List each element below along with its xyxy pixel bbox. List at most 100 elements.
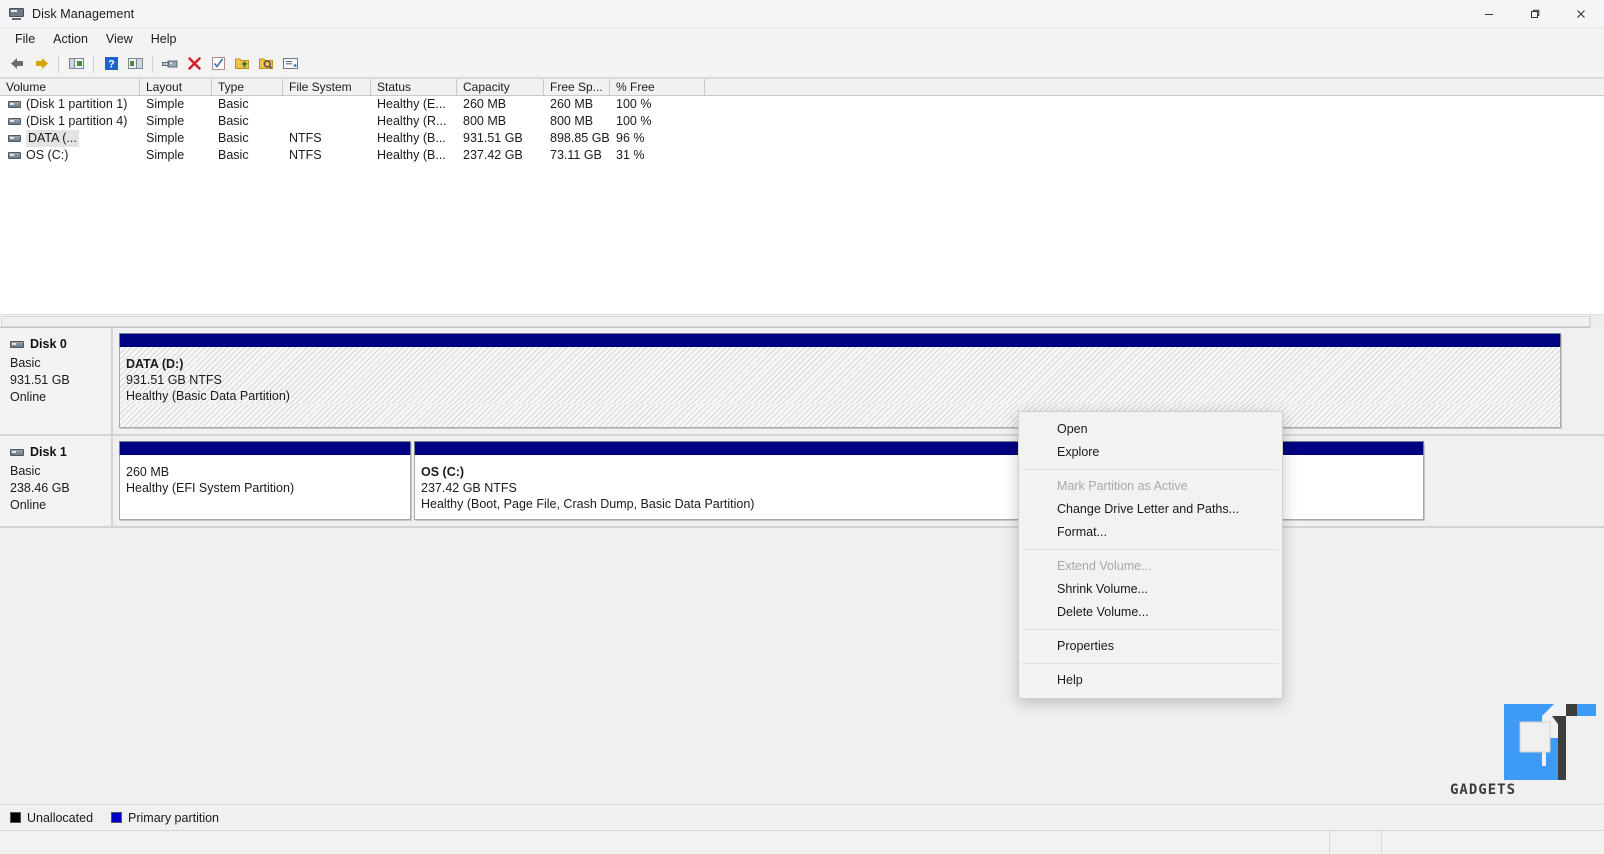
cell-percent-free: 100 % [616, 97, 652, 111]
status-segment-two [1330, 831, 1382, 854]
cell-capacity: 260 MB [463, 97, 507, 111]
attach-vhd-icon[interactable] [254, 53, 278, 75]
disk-partitions: 260 MB Healthy (EFI System Partition) OS (… [113, 436, 1604, 528]
volume-name-label: (Disk 1 partition 1) [26, 97, 128, 111]
disk-icon [10, 340, 24, 348]
watermark-text: GADGETS [1450, 782, 1517, 798]
menu-file[interactable]: File [6, 30, 44, 48]
cell-file-system: NTFS [289, 131, 322, 145]
context-menu-item-format[interactable]: Format... [1019, 521, 1282, 544]
context-menu-item-help[interactable]: Help [1019, 669, 1282, 692]
partition-label: OS (C:) [421, 465, 465, 479]
column-header-volume[interactable]: Volume [0, 79, 140, 95]
context-menu-item-shrink-volume[interactable]: Shrink Volume... [1019, 578, 1282, 601]
cell-percent-free: 100 % [616, 114, 652, 128]
create-vhd-icon[interactable] [230, 53, 254, 75]
table-row[interactable]: (Disk 1 partition 1) Simple Basic Healthy (… [0, 96, 1604, 113]
disk-header-disk-1[interactable]: Disk 1 Basic 238.46 GB Online [0, 436, 113, 528]
cell-capacity: 237.42 GB [463, 148, 523, 162]
delete-icon[interactable] [182, 53, 206, 75]
disk-size-label: 238.46 GB [10, 481, 70, 495]
cell-volume: (Disk 1 partition 1) [0, 96, 140, 113]
context-menu-item-properties[interactable]: Properties [1019, 635, 1282, 658]
help-icon[interactable]: ? [99, 53, 123, 75]
cell-status: Healthy (E... [377, 97, 446, 111]
maximize-button[interactable] [1512, 0, 1558, 28]
cell-volume: DATA (... [0, 130, 140, 147]
toolbar-separator [93, 54, 94, 73]
partition-size-fs: 260 MB [126, 465, 170, 479]
column-header-layout[interactable]: Layout [140, 79, 212, 95]
disk-name-label: Disk 0 [30, 337, 67, 351]
cell-free-space: 260 MB [550, 97, 594, 111]
cell-capacity: 800 MB [463, 114, 507, 128]
context-menu-item-change-drive-letter-and-paths[interactable]: Change Drive Letter and Paths... [1019, 498, 1282, 521]
back-arrow-icon[interactable] [5, 53, 29, 75]
cell-capacity: 931.51 GB [463, 131, 523, 145]
partition-info: OS (C:) 237.42 GB NTFS Healthy (Boot, Page… [415, 455, 1068, 512]
volume-name-label: OS (C:) [26, 148, 69, 162]
column-header-type[interactable]: Type [212, 79, 283, 95]
all-tasks-icon[interactable] [278, 53, 302, 75]
partition-capacity-bar [119, 333, 1561, 347]
column-header-file-system[interactable]: File System [283, 79, 371, 95]
column-header-percent-free[interactable]: % Free [610, 79, 705, 95]
rescan-disks-icon[interactable] [206, 53, 230, 75]
disk-size-label: 931.51 GB [10, 373, 70, 387]
show-hide-action-pane-icon[interactable] [123, 53, 147, 75]
close-button[interactable] [1558, 0, 1604, 28]
menu-help[interactable]: Help [142, 30, 186, 48]
partition-block[interactable]: 260 MB Healthy (EFI System Partition) [119, 441, 411, 520]
context-menu-item-extend-volume: Extend Volume... [1057, 559, 1152, 573]
cell-type: Basic [218, 131, 249, 145]
table-row[interactable]: (Disk 1 partition 4) Simple Basic Healthy (… [0, 113, 1604, 130]
minimize-button[interactable] [1466, 0, 1512, 28]
disk-icon [10, 448, 24, 456]
volume-list-rows: (Disk 1 partition 1) Simple Basic Healthy (… [0, 96, 1604, 327]
status-segment-three [1382, 831, 1604, 854]
menu-view[interactable]: View [97, 30, 142, 48]
menu-action[interactable]: Action [44, 30, 97, 48]
context-menu-item-delete-volume[interactable]: Delete Volume... [1019, 601, 1282, 624]
menu-separator [1023, 469, 1278, 470]
disk-type-label: Basic [10, 464, 41, 478]
cell-file-system: NTFS [289, 148, 322, 162]
resize-grip[interactable] [1590, 314, 1604, 328]
context-menu-item-open[interactable]: Open [1019, 418, 1282, 441]
toolbar-separator [152, 54, 153, 73]
title-bar: Disk Management [0, 0, 1604, 28]
show-hide-console-tree-icon[interactable] [64, 53, 88, 75]
disk-management-window: Disk Management File Action View Help ? … [0, 0, 1604, 854]
context-menu-item-mark-partition-as-active: Mark Partition as Active [1057, 479, 1188, 493]
partition-status: Healthy (Basic Data Partition) [126, 389, 290, 403]
table-row[interactable]: OS (C:) Simple Basic NTFS Healthy (B... 237.4… [0, 147, 1604, 164]
disk-row: Disk 0 Basic 931.51 GB Online DATA (D:) 931.5… [0, 328, 1604, 436]
column-header-free-space[interactable]: Free Sp... [544, 79, 610, 95]
context-menu-item-explore[interactable]: Explore [1019, 441, 1282, 464]
disk-state-label: Online [10, 498, 47, 512]
disk-state-label: Online [10, 390, 47, 404]
partition-label: DATA (D:) [126, 357, 184, 371]
menu-separator [1023, 663, 1278, 664]
column-header-capacity[interactable]: Capacity [457, 79, 544, 95]
partition-block[interactable]: OS (C:) 237.42 GB NTFS Healthy (Boot, Page… [414, 441, 1069, 520]
window-controls [1466, 0, 1604, 28]
cell-layout: Simple [146, 114, 185, 128]
cell-layout: Simple [146, 148, 185, 162]
disk-header-disk-0[interactable]: Disk 0 Basic 931.51 GB Online [0, 328, 113, 436]
disk-partitions: DATA (D:) 931.51 GB NTFS Healthy (Basic Da… [113, 328, 1604, 436]
legend-label-unallocated: Unallocated [27, 810, 94, 825]
scrollbar-thumb[interactable] [1, 315, 1590, 327]
volume-list-horizontal-scrollbar[interactable] [0, 314, 1604, 328]
cell-percent-free: 96 % [616, 131, 645, 145]
partition-status: Healthy (EFI System Partition) [126, 481, 295, 495]
partition-block[interactable]: DATA (D:) 931.51 GB NTFS Healthy (Basic Da… [119, 333, 1561, 428]
disk-graphical-pane: Disk 0 Basic 931.51 GB Online DATA (D:) 931.5… [0, 328, 1604, 804]
volume-name-label: (Disk 1 partition 4) [26, 114, 128, 128]
table-row[interactable]: DATA (... Simple Basic NTFS Healthy (B... 931… [0, 130, 1604, 147]
menu-separator [1023, 629, 1278, 630]
forward-arrow-icon[interactable] [29, 53, 53, 75]
column-header-status[interactable]: Status [371, 79, 457, 95]
properties-icon[interactable] [158, 53, 182, 75]
status-segment-main [0, 831, 1330, 854]
